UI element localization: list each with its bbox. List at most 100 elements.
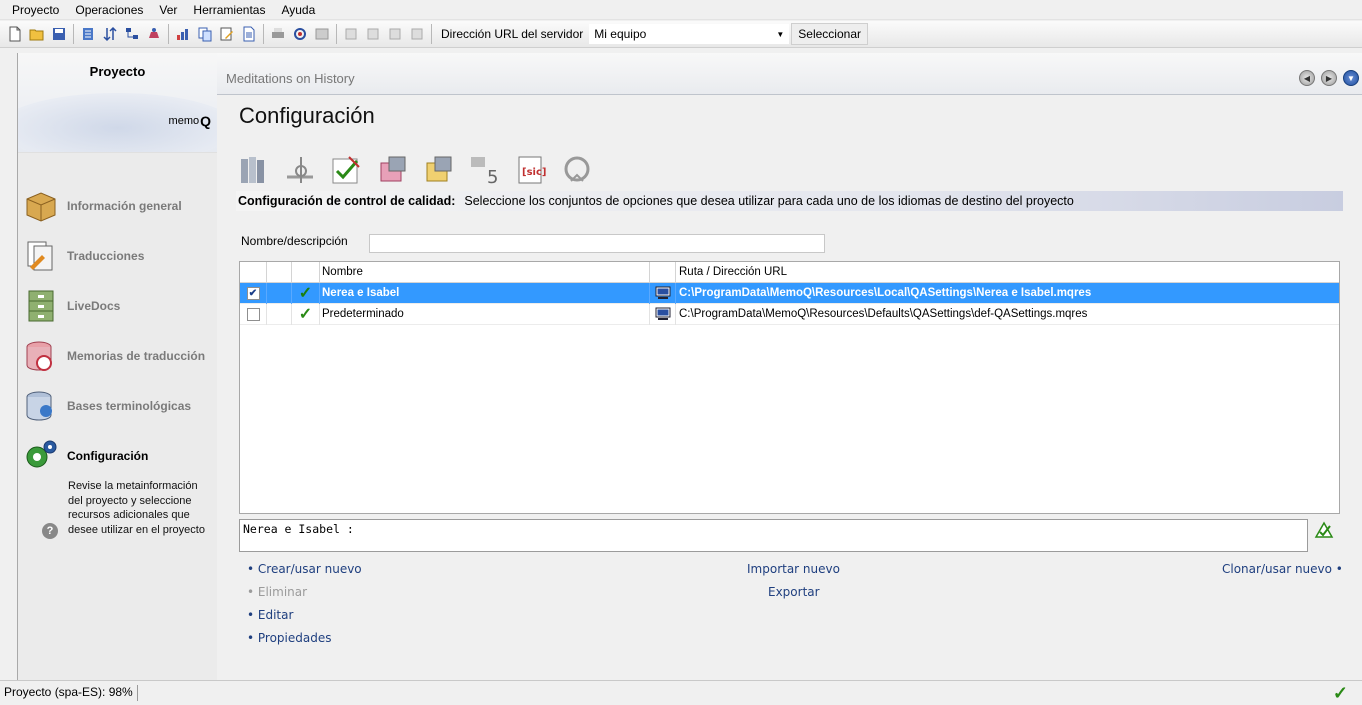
sidebar-item-label: LiveDocs <box>67 299 121 313</box>
books-icon[interactable] <box>237 153 273 187</box>
local-computer-icon <box>655 286 670 299</box>
sidebar-title: Proyecto <box>89 64 146 79</box>
gears-icon <box>26 440 57 468</box>
table-header: Nombre Ruta / Dirección URL <box>240 262 1339 283</box>
qa-settings-icon[interactable] <box>329 153 365 187</box>
new-file-icon[interactable] <box>4 23 26 45</box>
filter-input[interactable] <box>369 234 825 253</box>
list-icon[interactable] <box>77 23 99 45</box>
disabled-tool-2-icon[interactable] <box>362 23 384 45</box>
documents-icon <box>27 241 53 271</box>
nav-arrows: ◀ ▶ ▼ <box>1299 70 1359 86</box>
breadcrumb-bar: Meditations on History ◀ ▶ ▼ <box>217 53 1362 95</box>
table-row[interactable]: ✔ ✓ Nerea e Isabel C:\ProgramData\MemoQ\… <box>240 282 1339 304</box>
column-header-location[interactable] <box>650 262 676 282</box>
tree-icon[interactable] <box>121 23 143 45</box>
status-text: Proyecto (spa-ES): 98% <box>4 685 138 701</box>
comment-box[interactable]: Nerea e Isabel : <box>239 519 1308 552</box>
segmentation-icon[interactable] <box>283 153 319 187</box>
table-row[interactable]: ✓ Predeterminado C:\ProgramData\MemoQ\Re… <box>240 303 1339 325</box>
local-computer-icon <box>655 307 670 320</box>
menu-herramientas[interactable]: Herramientas <box>185 0 273 20</box>
properties-link[interactable]: • Propiedades <box>247 631 332 645</box>
refresh-icon[interactable] <box>289 23 311 45</box>
checkmark-icon: ✓ <box>298 306 313 323</box>
section-description-bar: Configuración de control de calidad: Sel… <box>236 191 1343 211</box>
edit-comment-icon[interactable] <box>1314 519 1334 539</box>
non-translatables-icon[interactable]: [sic] <box>513 153 549 187</box>
status-check-icon: ✓ <box>1332 683 1348 703</box>
column-header-checkbox[interactable] <box>240 262 267 282</box>
box-icon <box>26 192 56 222</box>
export-link[interactable]: Exportar <box>768 585 820 599</box>
qa-settings-table: Nombre Ruta / Dirección URL ✔ ✓ Nerea e … <box>239 261 1340 514</box>
row-checkbox[interactable] <box>246 307 260 321</box>
logo-q: Q <box>200 113 211 129</box>
dropdown-arrow-icon: ▼ <box>776 29 785 39</box>
sidebar-header: Proyecto memo Q <box>18 53 217 153</box>
import-new-link[interactable]: Importar nuevo <box>747 562 840 576</box>
back-icon[interactable]: ◀ <box>1299 70 1315 86</box>
menu-operaciones[interactable]: Operaciones <box>67 0 151 20</box>
sidebar-item-configuracion[interactable]: Configuración <box>22 436 217 476</box>
disabled-tool-4-icon[interactable] <box>406 23 428 45</box>
column-header-nombre[interactable]: Nombre <box>320 262 650 282</box>
server-select[interactable]: Mi equipo ▼ <box>589 24 790 44</box>
create-new-link[interactable]: • Crear/usar nuevo <box>247 562 362 576</box>
clone-new-link[interactable]: Clonar/usar nuevo • <box>1222 562 1343 576</box>
help-icon[interactable]: ? <box>42 523 58 539</box>
column-header-ruta[interactable]: Ruta / Dirección URL <box>676 262 1339 282</box>
menu-ayuda[interactable]: Ayuda <box>273 0 323 20</box>
puzzle-pink-icon[interactable] <box>375 153 411 187</box>
row-checkbox[interactable]: ✔ <box>246 286 260 300</box>
section-label: Configuración de control de calidad: <box>238 194 456 208</box>
delete-link[interactable]: • Eliminar <box>247 585 307 599</box>
export-icon[interactable] <box>311 23 333 45</box>
sidebar-item-livedocs[interactable]: LiveDocs <box>22 286 217 326</box>
cabinet-icon <box>28 290 54 322</box>
sidebar-item-label: Bases terminológicas <box>67 399 192 413</box>
breadcrumb: Meditations on History <box>226 71 355 86</box>
toolbar-separator <box>431 24 432 44</box>
autotranslation-icon[interactable]: 5 <box>467 153 503 187</box>
lqa-icon[interactable] <box>559 153 595 187</box>
expand-down-icon[interactable]: ▼ <box>1343 70 1359 86</box>
toolbar-separator <box>73 24 74 44</box>
project-sidebar: Proyecto memo Q Información general Tradu… <box>17 53 217 680</box>
row-name: Predeterminado <box>320 303 650 325</box>
server-url-label: Dirección URL del servidor <box>441 27 584 41</box>
copy-icon[interactable] <box>194 23 216 45</box>
puzzle-yellow-icon[interactable] <box>421 153 457 187</box>
sidebar-item-label: Información general <box>67 199 182 213</box>
row-path: C:\ProgramData\MemoQ\Resources\Defaults\… <box>679 308 1088 320</box>
sidebar-description: Revise la metainformación del proyecto y… <box>68 480 205 536</box>
print-icon[interactable] <box>267 23 289 45</box>
sidebar-item-traducciones[interactable]: Traducciones <box>22 236 217 276</box>
status-bar: Proyecto (spa-ES): 98% ✓ <box>0 680 1362 705</box>
termbase-icon <box>26 391 52 421</box>
disabled-tool-1-icon[interactable] <box>340 23 362 45</box>
edit-doc-icon[interactable] <box>216 23 238 45</box>
open-folder-icon[interactable] <box>26 23 48 45</box>
edit-link[interactable]: • Editar <box>247 608 293 622</box>
statistics-icon[interactable] <box>172 23 194 45</box>
sidebar-item-informacion-general[interactable]: Información general <box>22 186 217 226</box>
document-icon[interactable] <box>238 23 260 45</box>
database-icon <box>26 341 52 371</box>
select-server-button[interactable]: Seleccionar <box>791 23 868 45</box>
menu-proyecto[interactable]: Proyecto <box>4 0 67 20</box>
sidebar-item-label: Configuración <box>67 449 149 463</box>
translate-icon[interactable] <box>143 23 165 45</box>
checkmark-icon: ✓ <box>298 285 313 302</box>
svg-text:[sic]: [sic] <box>522 167 546 178</box>
sort-icon[interactable] <box>99 23 121 45</box>
disabled-tool-3-icon[interactable] <box>384 23 406 45</box>
section-description: Seleccione los conjuntos de opciones que… <box>464 194 1074 208</box>
save-icon[interactable] <box>48 23 70 45</box>
sidebar-item-bases[interactable]: Bases terminológicas <box>22 386 217 426</box>
column-header-blank[interactable] <box>267 262 292 282</box>
menu-ver[interactable]: Ver <box>151 0 185 20</box>
sidebar-item-memorias[interactable]: Memorias de traducción <box>22 336 217 376</box>
forward-icon[interactable]: ▶ <box>1321 70 1337 86</box>
column-header-status[interactable] <box>292 262 320 282</box>
